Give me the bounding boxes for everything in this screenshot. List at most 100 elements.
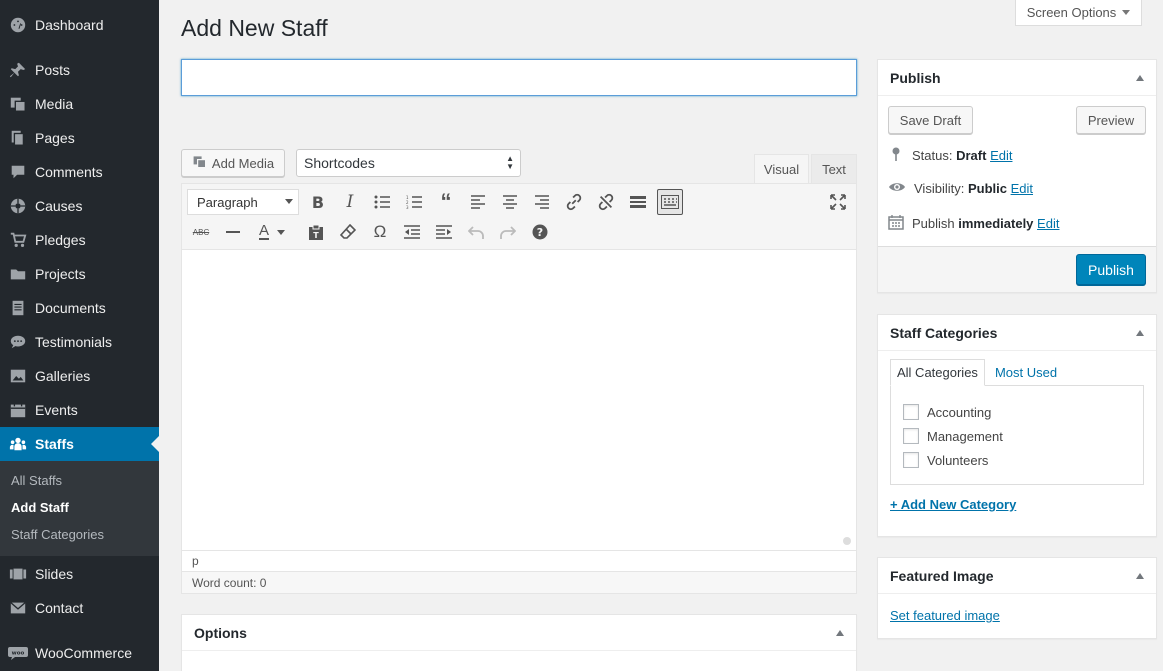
updown-arrows-icon: ▲ ▼ [506,154,514,171]
edit-schedule-link[interactable]: Edit [1037,216,1059,231]
menu-media[interactable]: Media [0,87,159,121]
menu-projects[interactable]: Projects [0,257,159,291]
category-checkbox[interactable] [903,452,919,468]
redo-icon[interactable] [495,219,521,245]
menu-pledges[interactable]: Pledges [0,223,159,257]
svg-text:T: T [313,231,319,240]
format-select[interactable]: Paragraph [187,189,299,215]
menu-dashboard[interactable]: Dashboard [0,8,159,42]
menu-woocommerce[interactable]: woo WooCommerce [0,636,159,670]
menu-comments[interactable]: Comments [0,155,159,189]
comment-icon [8,162,28,182]
dashboard-icon [8,15,28,35]
collapse-arrow-icon[interactable] [1136,330,1144,336]
category-item[interactable]: Volunteers [903,452,988,468]
bold-icon[interactable]: B [305,189,331,215]
text-color-icon[interactable]: A [252,219,292,245]
publish-button[interactable]: Publish [1076,254,1146,285]
blockquote-icon[interactable]: “ [433,189,459,215]
media-icon [8,94,28,114]
toolbar-toggle-icon[interactable] [657,189,683,215]
category-item[interactable]: Accounting [903,404,991,420]
paste-text-icon[interactable]: T [303,219,329,245]
svg-text:woo: woo [12,651,25,657]
menu-testimonials[interactable]: Testimonials [0,325,159,359]
horizontal-line-icon[interactable] [220,219,246,245]
publish-value: immediately [958,216,1034,231]
menu-contact[interactable]: Contact [0,591,159,625]
preview-button[interactable]: Preview [1076,106,1146,134]
menu-staffs[interactable]: Staffs [0,427,159,461]
submenu-all-staffs[interactable]: All Staffs [11,473,62,488]
publish-label: Publish [912,216,955,231]
collapse-arrow-icon[interactable] [1136,573,1144,579]
tab-all-categories[interactable]: All Categories [890,359,985,386]
menu-label: Galleries [35,368,91,384]
featured-title: Featured Image [890,567,994,584]
media-icon [192,154,208,173]
numbered-list-icon[interactable]: 123 [401,189,427,215]
schedule-row: Publish immediately Edit [888,214,1059,233]
link-icon[interactable] [561,189,587,215]
tab-visual[interactable]: Visual [754,154,809,183]
bullet-list-icon[interactable] [369,189,395,215]
outdent-icon[interactable] [399,219,425,245]
screen-options-toggle[interactable]: Screen Options [1015,0,1142,26]
align-center-icon[interactable] [497,189,523,215]
category-label: Management [927,428,1003,444]
menu-pages[interactable]: Pages [0,121,159,155]
indent-icon[interactable] [431,219,457,245]
editor-content-area[interactable] [182,251,856,550]
menu-label: Projects [35,266,86,282]
pin-icon [888,146,904,165]
edit-visibility-link[interactable]: Edit [1011,181,1033,196]
clear-formatting-icon[interactable] [335,219,361,245]
editor-toolbar: Paragraph B I 123 “ ABC A T Ω ? [182,184,856,250]
element-path: p [182,550,856,571]
strikethrough-icon[interactable]: ABC [188,219,214,245]
read-more-icon[interactable] [625,189,651,215]
title-input[interactable] [181,59,857,96]
edit-status-link[interactable]: Edit [990,148,1012,163]
menu-label: Causes [35,198,83,214]
category-checkbox[interactable] [903,428,919,444]
menu-label: Staffs [35,436,74,452]
italic-icon[interactable]: I [337,189,363,215]
menu-galleries[interactable]: Galleries [0,359,159,393]
collapse-arrow-icon[interactable] [1136,75,1144,81]
tab-text[interactable]: Text [811,154,857,183]
menu-label: Comments [35,164,103,180]
menu-slides[interactable]: Slides [0,557,159,591]
unlink-icon[interactable] [593,189,619,215]
menu-events[interactable]: Events [0,393,159,427]
help-icon[interactable]: ? [527,219,553,245]
category-item[interactable]: Management [903,428,1003,444]
add-new-category-link[interactable]: + Add New Category [890,497,1016,512]
save-draft-button[interactable]: Save Draft [888,106,973,134]
collapse-arrow-icon[interactable] [836,630,844,636]
tab-most-used[interactable]: Most Used [985,359,1063,386]
staff-categories-postbox: Staff Categories All Categories Most Use… [877,314,1157,537]
menu-posts[interactable]: Posts [0,53,159,87]
undo-icon[interactable] [463,219,489,245]
resize-handle[interactable] [843,537,851,545]
menu-causes[interactable]: Causes [0,189,159,223]
submenu-staff-categories[interactable]: Staff Categories [11,527,104,542]
set-featured-image-link[interactable]: Set featured image [890,608,1000,623]
submenu-add-staff[interactable]: Add Staff [11,500,69,515]
menu-label: Posts [35,62,71,78]
gallery-icon [8,366,28,386]
options-postbox: Options [181,614,857,671]
svg-text:3: 3 [406,205,409,209]
align-left-icon[interactable] [465,189,491,215]
shortcodes-select[interactable]: Shortcodes ▲ ▼ [296,149,521,177]
add-media-button[interactable]: Add Media [181,149,285,177]
publish-postbox: Publish Save Draft Preview Status: Draft… [877,59,1157,293]
calendar-icon [8,400,28,420]
special-character-icon[interactable]: Ω [367,219,393,245]
menu-documents[interactable]: Documents [0,291,159,325]
woo-icon: woo [8,643,28,663]
align-right-icon[interactable] [529,189,555,215]
fullscreen-icon[interactable] [825,189,851,215]
category-checkbox[interactable] [903,404,919,420]
